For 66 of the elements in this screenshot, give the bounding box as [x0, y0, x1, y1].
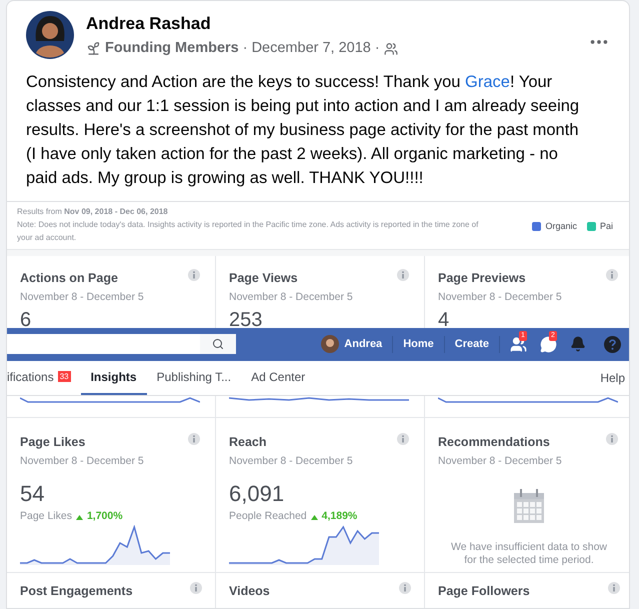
friends-icon[interactable] [510, 336, 527, 353]
post-date[interactable]: December 7, 2018 [252, 38, 371, 60]
metric-change: 4,189% [322, 509, 358, 524]
user-avatar[interactable] [321, 335, 340, 354]
info-icon[interactable] [188, 268, 200, 281]
up-triangle-icon [310, 514, 318, 520]
group-badge[interactable]: Founding Members [105, 38, 239, 60]
help-icon[interactable] [604, 336, 621, 353]
card-title: Page Views [229, 270, 298, 287]
members-icon [384, 42, 398, 56]
card-title: Reach [229, 434, 267, 451]
calendar-icon [514, 489, 544, 524]
avatar[interactable] [26, 11, 74, 59]
info-icon[interactable] [397, 432, 409, 445]
metric-value: 6 [20, 309, 32, 332]
card-dates: November 8 - December 5 [20, 290, 145, 304]
info-icon[interactable] [397, 268, 409, 281]
help-link[interactable]: Help [600, 368, 629, 387]
sprout-icon [86, 41, 101, 56]
metric-value: 253 [229, 309, 264, 332]
card-title: Recommendations [438, 434, 550, 451]
info-icon[interactable] [606, 268, 618, 281]
note-text: Note: Does not include today's data. Insights activity is reported in the Pacific time zone. Ads activity is reported in the time zone of your ad account. [17, 218, 480, 244]
page-tab[interactable]: Ad Center [241, 360, 316, 395]
legend-label: Organic [545, 220, 577, 233]
metric-value: 54 [20, 481, 46, 508]
info-icon[interactable] [608, 582, 620, 594]
card-title: Page Followers [438, 582, 530, 600]
info-icon[interactable] [399, 582, 411, 594]
author-name[interactable]: Andrea Rashad [86, 13, 588, 35]
nav-link[interactable]: Create [444, 336, 500, 352]
count-badge: 33 [58, 371, 71, 382]
card-title: Page Likes [20, 434, 86, 451]
search-button[interactable] [200, 334, 236, 354]
metric-value: 6,091 [229, 481, 286, 508]
card-dates: November 8 - December 5 [438, 290, 563, 304]
up-triangle-icon [76, 514, 83, 520]
search-icon [212, 338, 224, 350]
metric-change: 1,700% [86, 509, 123, 524]
separator: · [242, 39, 248, 58]
info-icon[interactable] [606, 432, 618, 445]
card-title: Page Previews [438, 270, 526, 287]
nav-link[interactable]: Home [393, 336, 445, 352]
results-range: Results from Nov 09, 2018 - Dec 06, 2018 [17, 206, 169, 218]
card-dates: November 8 - December 5 [229, 454, 354, 468]
search-field[interactable] [7, 334, 236, 354]
legend-label: Pai [600, 220, 613, 233]
metric-caption: Page Likes [20, 509, 72, 524]
post-text: Consistency and Action are the keys to success! Thank you Grace! Your classes and our 1:1 session is being put into action and I am already seeing results. Here's a screenshot of my business page activity for the past month (I have only taken action for the past 2 weeks). All organic marketing - no paid ads. My group is growing as well. THANK YOU!!!! [25, 72, 580, 189]
metric-value: 4 [438, 309, 450, 332]
metric-caption: People Reached [229, 509, 307, 524]
info-icon[interactable] [190, 582, 202, 594]
card-title: Post Engagements [20, 582, 133, 600]
card-title: Videos [229, 582, 270, 600]
nav-user-link[interactable]: Andrea [344, 336, 394, 352]
card-title: Actions on Page [20, 270, 118, 287]
page-tab[interactable]: Publishing T... [146, 360, 242, 395]
bell-icon[interactable] [570, 336, 586, 352]
card-dates: November 8 - December 5 [20, 454, 145, 468]
card-dates: November 8 - December 5 [229, 290, 354, 304]
card-dates: November 8 - December 5 [438, 454, 563, 468]
empty-message: We have insufficient data to show for the selected time period. [450, 541, 608, 568]
page-tab[interactable]: ifications 33 [7, 360, 81, 395]
info-icon[interactable] [188, 432, 200, 445]
mention-link[interactable]: Grace [465, 72, 510, 91]
separator: · [374, 39, 380, 58]
